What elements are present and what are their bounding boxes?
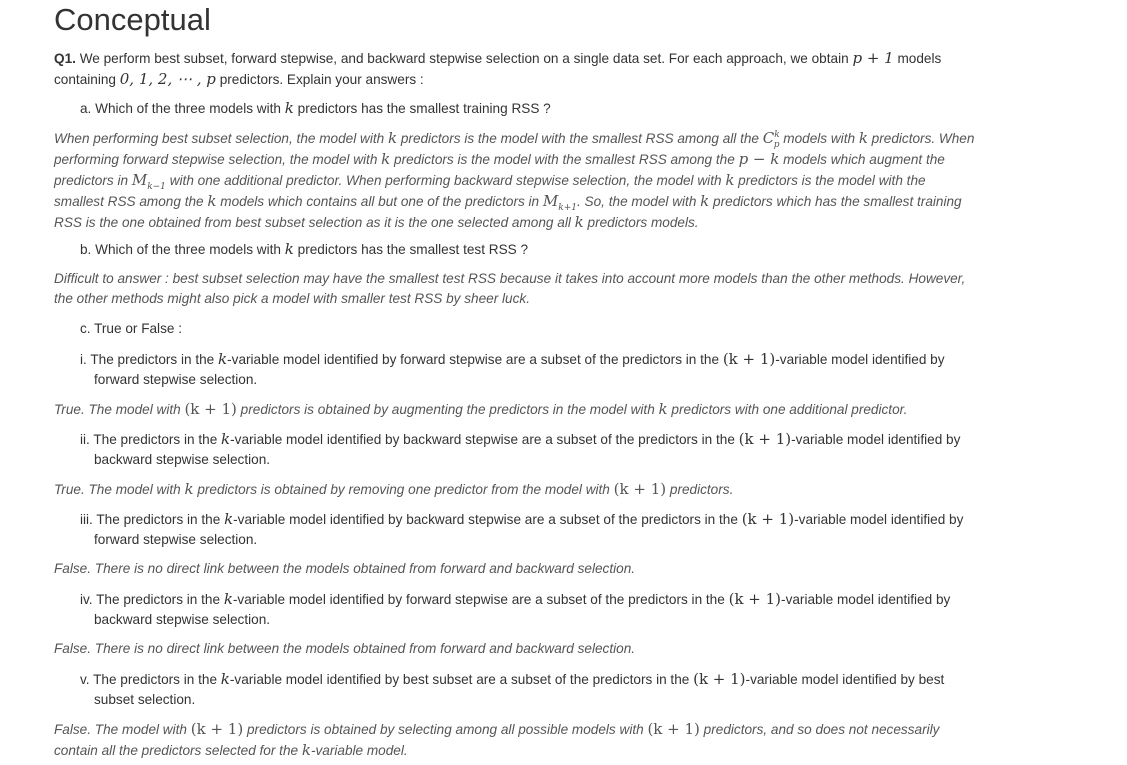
math-k: k	[387, 129, 398, 147]
math-model-set: Mk+1	[542, 192, 577, 213]
math-k: k	[301, 741, 311, 759]
math-k-plus-1: (k + 1)	[722, 350, 776, 368]
q1-text-a: We perform best subset, forward stepwise…	[75, 51, 853, 66]
answer-a: When performing best subset selection, t…	[54, 128, 979, 233]
answer-a-text: models with	[779, 131, 859, 146]
question-text: ii. The predictors in the	[80, 432, 222, 447]
math-c: C	[762, 129, 775, 147]
math-k: k	[218, 350, 228, 368]
answer-b: Difficult to answer : best subset select…	[54, 271, 966, 306]
answer-a-text: . So, the model with	[577, 194, 701, 209]
math-k-plus-1: (k + 1)	[647, 720, 700, 738]
question-c-ii: ii. The predictors in the k-variable mod…	[80, 429, 984, 470]
answer-text: predictors with one additional predictor…	[667, 402, 908, 417]
answer-text: False. The model with	[54, 722, 191, 737]
math-m: M	[131, 171, 148, 189]
question-text: -variable model identified by backward s…	[233, 512, 742, 527]
question-b: b. Which of the three models with k pred…	[80, 239, 970, 260]
math-sub: k−1	[147, 182, 166, 192]
answer-text: predictors is obtained by augmenting the…	[236, 402, 659, 417]
question-c-i: i. The predictors in the k-variable mode…	[80, 349, 984, 390]
question-text: -variable model identified by forward st…	[232, 592, 729, 607]
math-model-set: Mk−1	[131, 171, 166, 192]
math-k: k	[220, 670, 230, 688]
question-text: -variable model identified by best subse…	[229, 672, 694, 687]
math-predictor-list: 0, 1, 2, ⋯ , p	[119, 70, 216, 88]
answer-c-iv: False. There is no direct link between t…	[54, 641, 636, 656]
math-k: k	[658, 400, 668, 418]
question-b-text: b. Which of the three models with	[80, 242, 285, 257]
math-k: k	[381, 150, 391, 168]
question-text: v. The predictors in the	[80, 672, 221, 687]
answer-c-ii: True. The model with k predictors is obt…	[54, 479, 979, 500]
math-sub: k+1	[558, 203, 577, 213]
question-c-iv: iv. The predictors in the k-variable mod…	[80, 589, 984, 630]
answer-a-text: predictors is the model with the smalles…	[390, 152, 739, 167]
answer-a-text: predictors is the model with the smalles…	[397, 131, 763, 146]
page-title: Conceptual	[54, 2, 211, 37]
math-k: k	[284, 240, 294, 258]
math-k: k	[574, 213, 584, 231]
answer-text: True. The model with	[54, 402, 185, 417]
math-k-plus-1: (k + 1)	[184, 400, 237, 418]
math-k: k	[224, 510, 234, 528]
answer-text: predictors is obtained by removing one p…	[193, 482, 614, 497]
answer-text: -variable model.	[310, 743, 408, 758]
answer-c-iii: False. There is no direct link between t…	[54, 561, 636, 576]
question-text: iii. The predictors in the	[80, 512, 225, 527]
math-p-plus-1: p + 1	[852, 49, 894, 67]
question-a-text-end: predictors has the smallest training RSS…	[293, 101, 551, 116]
answer-c-v: False. The model with (k + 1) predictors…	[54, 719, 979, 761]
math-k-plus-1: (k + 1)	[728, 590, 782, 608]
q1-intro: Q1. We perform best subset, forward step…	[54, 48, 979, 90]
document-page: Conceptual Q1. We perform best subset, f…	[0, 0, 1127, 765]
math-k: k	[221, 430, 231, 448]
math-k-plus-1: (k + 1)	[190, 720, 244, 738]
question-text: i. The predictors in the	[80, 352, 219, 367]
math-k-plus-1: (k + 1)	[738, 430, 792, 448]
question-text: iv. The predictors in the	[80, 592, 224, 607]
question-c-label: c. True or False :	[80, 321, 182, 336]
q1-text-c: predictors. Explain your answers :	[215, 72, 424, 87]
question-text: -variable model identified by forward st…	[227, 352, 723, 367]
question-a-text: a. Which of the three models with	[80, 101, 285, 116]
math-k: k	[223, 590, 233, 608]
answer-a-text: models which contains all but one of the…	[216, 194, 543, 209]
math-k: k	[858, 129, 868, 147]
question-b-text-end: predictors has the smallest test RSS ?	[293, 242, 529, 257]
math-k: k	[184, 480, 194, 498]
question-a: a. Which of the three models with k pred…	[80, 98, 970, 119]
answer-text: True. The model with	[54, 482, 185, 497]
math-k-plus-1: (k + 1)	[613, 480, 667, 498]
math-k-plus-1: (k + 1)	[693, 670, 746, 688]
answer-text: predictors is obtained by selecting amon…	[243, 722, 648, 737]
math-k-plus-1: (k + 1)	[741, 510, 795, 528]
math-k: k	[284, 99, 294, 117]
math-k: k	[700, 192, 710, 210]
answer-a-text: predictors models.	[583, 215, 699, 230]
answer-a-text: with one additional predictor. When perf…	[165, 173, 726, 188]
question-c-v: v. The predictors in the k-variable mode…	[80, 669, 984, 710]
math-binomial: Ckp	[762, 129, 780, 150]
answer-text: predictors.	[666, 482, 734, 497]
q1-label: Q1.	[54, 51, 76, 66]
math-m: M	[542, 192, 559, 210]
answer-c-i: True. The model with (k + 1) predictors …	[54, 399, 979, 420]
question-text: -variable model identified by backward s…	[230, 432, 739, 447]
answer-a-text: When performing best subset selection, t…	[54, 131, 388, 146]
math-p-minus-k: p − k	[738, 150, 780, 168]
question-c-iii: iii. The predictors in the k-variable mo…	[80, 509, 984, 550]
